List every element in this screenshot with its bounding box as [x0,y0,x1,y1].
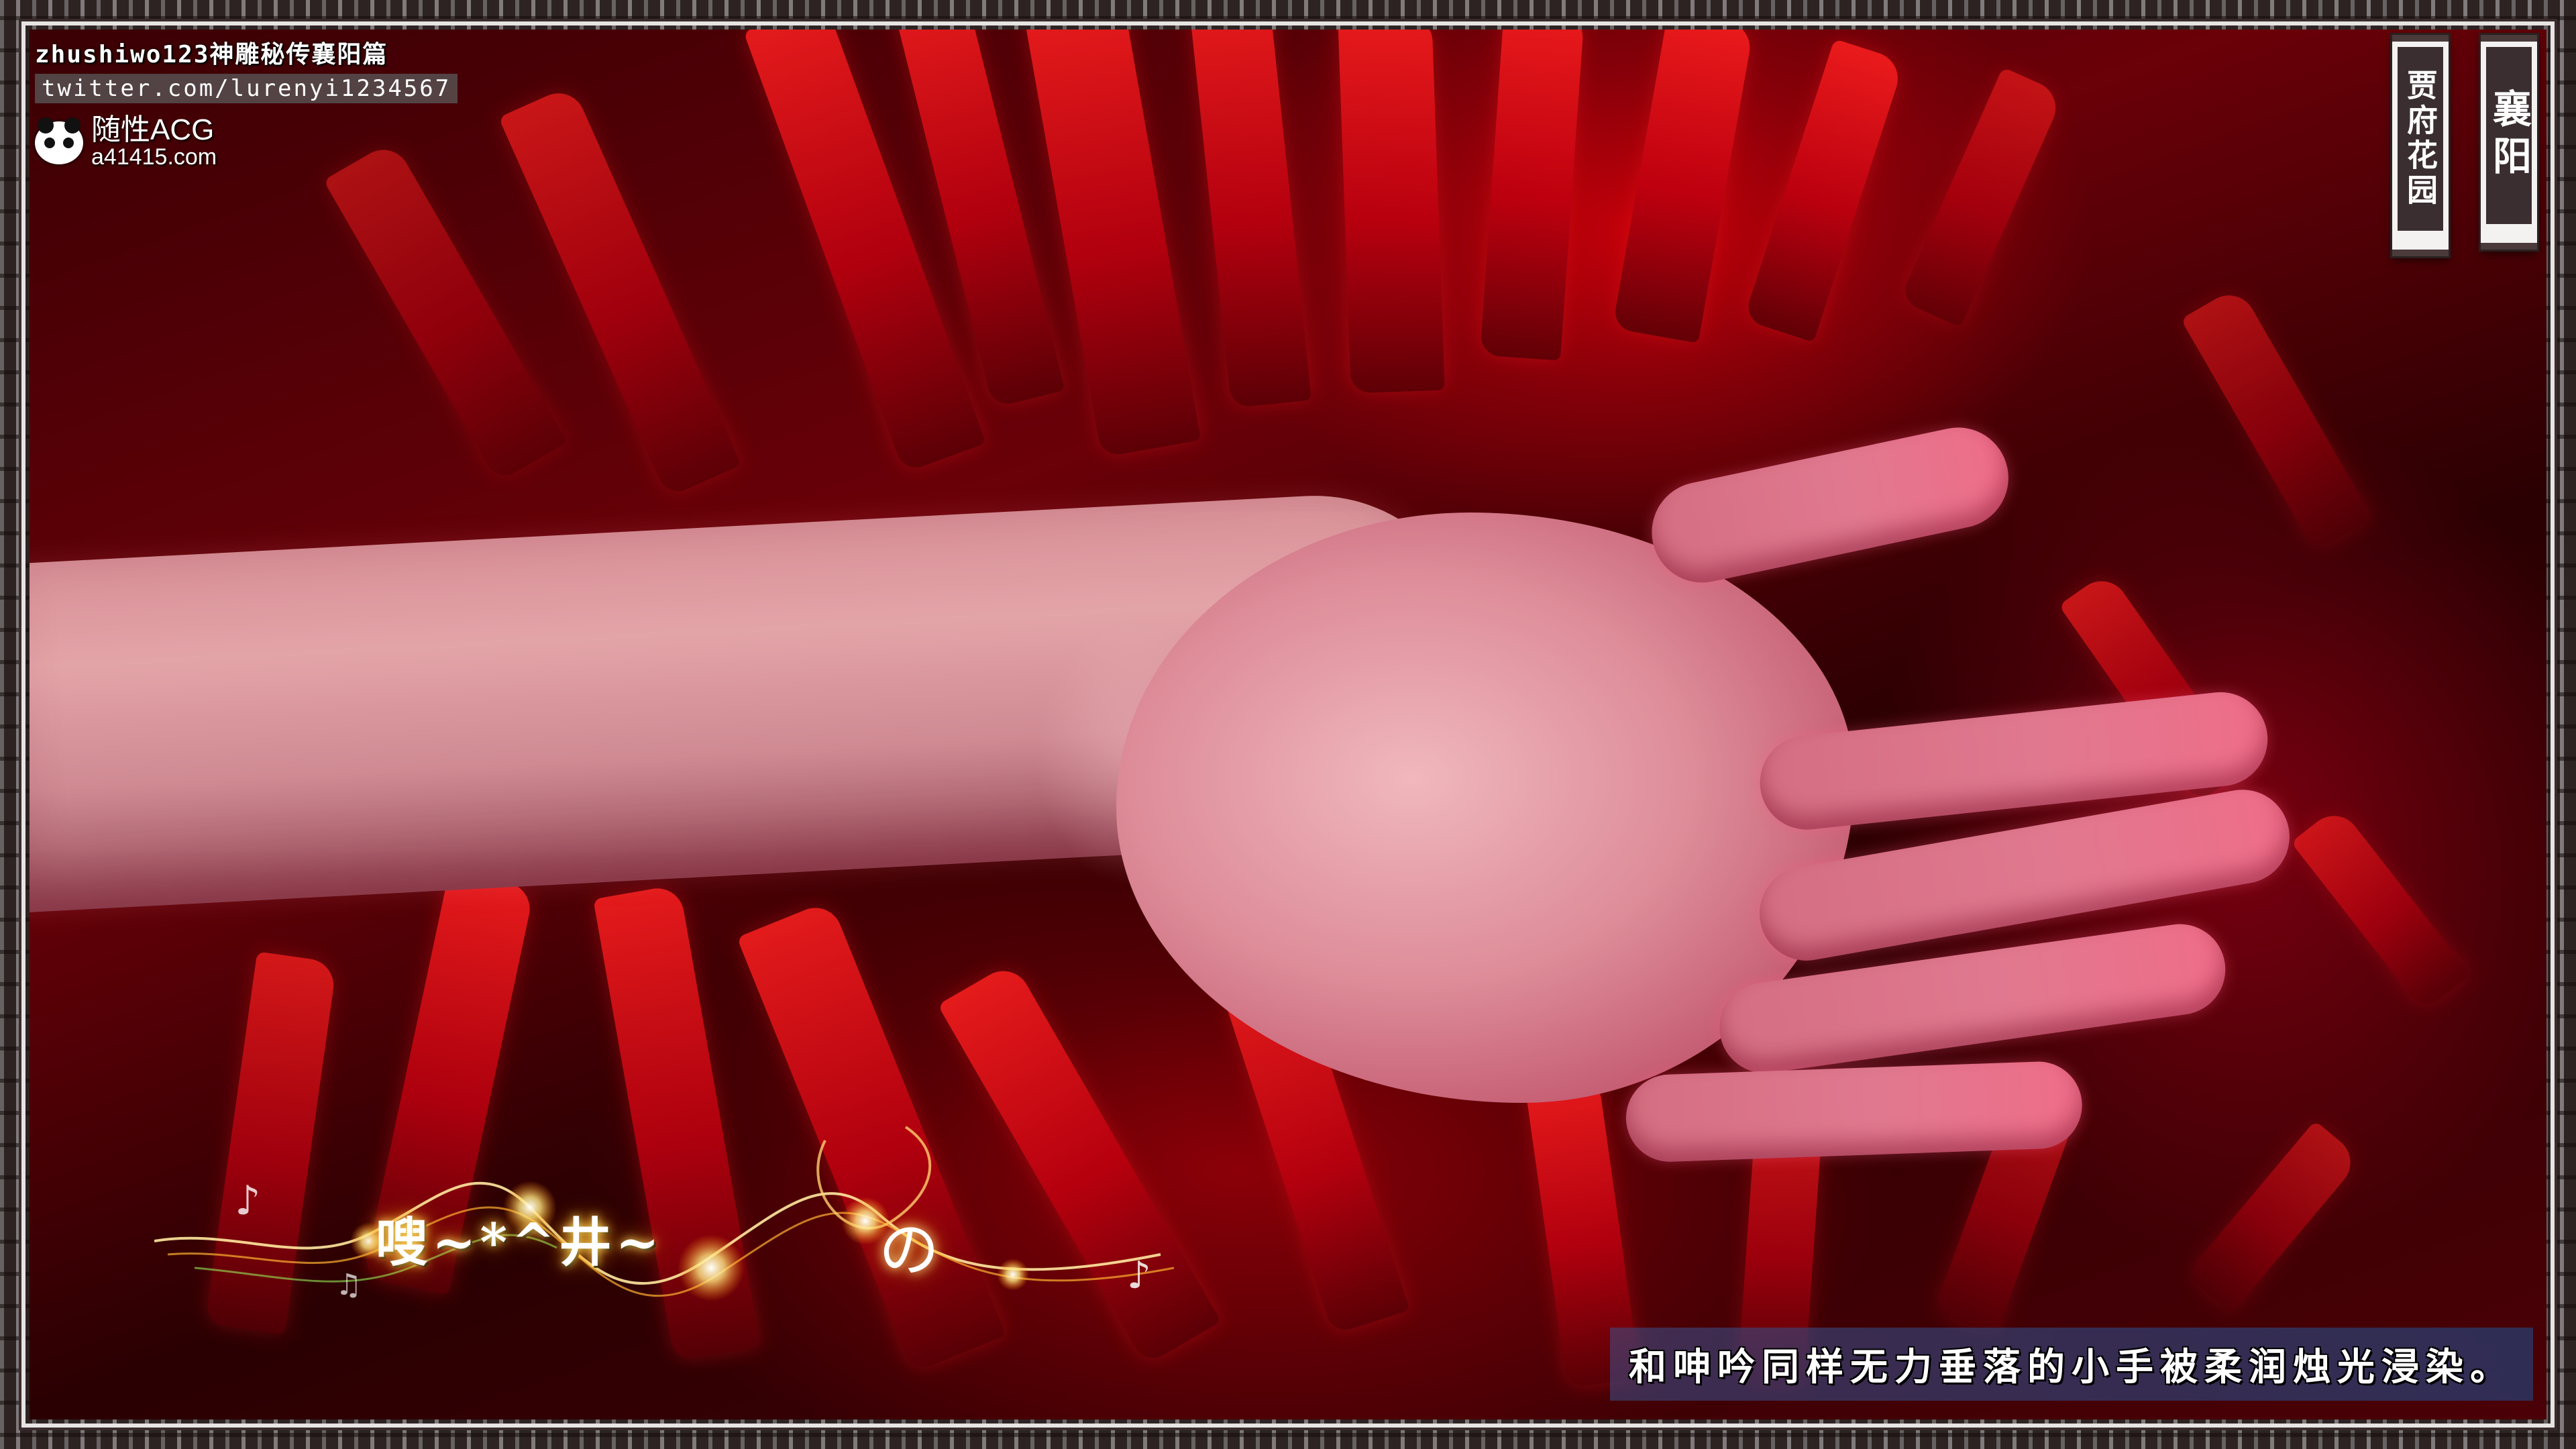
location-main-text: 襄阳 [2486,47,2532,224]
light-streak [1612,30,1754,343]
svg-text:♪: ♪ [1127,1254,1151,1297]
light-streak [1899,67,2064,327]
brand-url: a41415.com [91,144,217,170]
light-streak [2180,285,2373,552]
dialogue-subtitle: 和呻吟同样无力垂落的小手被柔润烛光浸染。 [1610,1328,2533,1401]
brand-name: 随性ACG [91,113,215,146]
sparkle-logo-suffix: の [879,1215,939,1285]
light-streak [2186,1120,2361,1313]
light-streak [1189,30,1312,409]
little-finger [1624,1060,2084,1163]
light-streak [1338,30,1445,394]
thumb [1642,418,2018,592]
panda-icon [35,117,83,164]
location-main-plaque: 襄阳 [2481,35,2537,250]
watermark-twitter: twitter.com/lurenyi1234567 [35,74,458,103]
watermark-brand: 随性ACG a41415.com [35,115,458,170]
svg-text:♫: ♫ [335,1268,362,1302]
image-frame: zhushiwo123神雕秘传襄阳篇 twitter.com/lurenyi12… [0,0,2576,1449]
watermark: zhushiwo123神雕秘传襄阳篇 twitter.com/lurenyi12… [35,35,458,170]
sparkle-logo-text: 嗖~*^井~ [376,1212,663,1273]
location-sub-text: 贾府花园 [2398,47,2443,231]
watermark-title: zhushiwo123神雕秘传襄阳篇 [35,41,388,68]
svg-text:♪: ♪ [235,1177,260,1224]
light-streak [1480,30,1585,361]
light-streak [1743,38,1905,343]
light-streak [2291,805,2471,1012]
sparkle-logo-swirl: ♪ ♪ ♫ [154,1126,1175,1302]
location-sub-plaque: 贾府花园 [2392,35,2449,256]
